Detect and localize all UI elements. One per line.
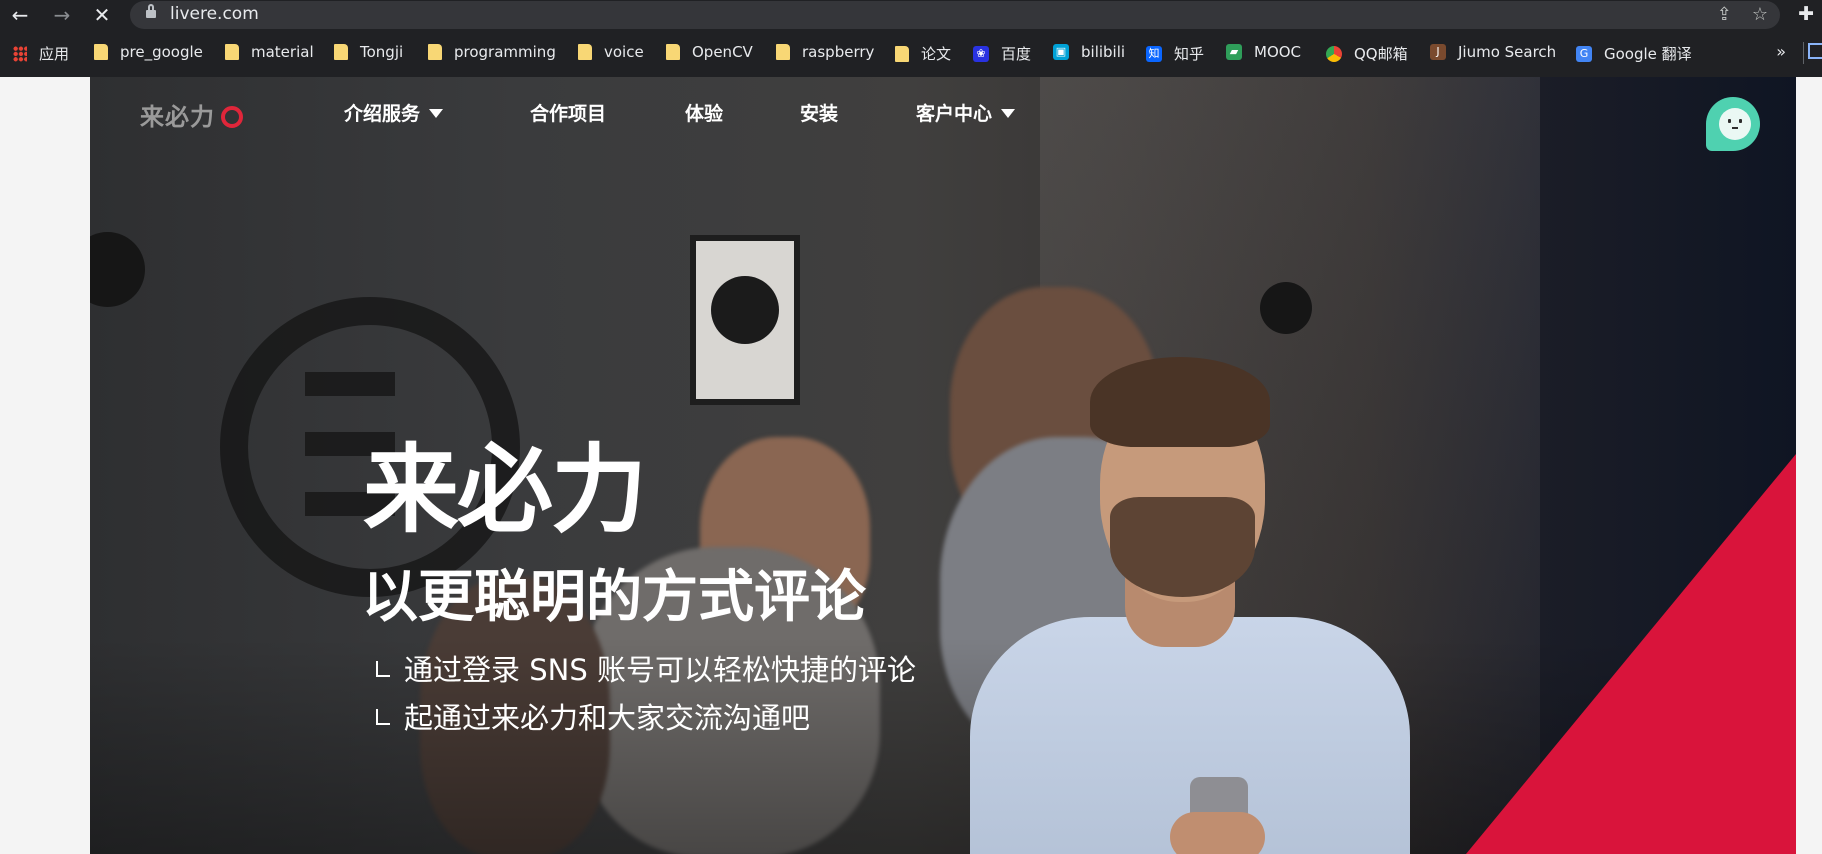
chat-icon[interactable] (1706, 97, 1760, 151)
nav-customer-center[interactable]: 客户中心 (916, 99, 1016, 126)
jiumo-icon: J (1430, 44, 1446, 60)
bilibili-icon: ▣ (1053, 44, 1069, 60)
bookmark-star-icon[interactable]: ☆ (1752, 4, 1768, 25)
hero-man-hair (1090, 357, 1270, 447)
folder-icon (895, 45, 909, 62)
folder-icon (334, 44, 348, 60)
baidu-icon: ❀ (973, 45, 989, 62)
hero-title: 来必力 (363, 434, 647, 546)
wall-dot (1260, 282, 1312, 334)
hero-man-beard (1110, 497, 1255, 597)
folder-icon (94, 44, 108, 60)
background-logo-bar (305, 372, 395, 396)
url-text[interactable]: livere.com (170, 4, 259, 24)
folder-icon (776, 44, 790, 60)
address-bar-actions: ⇪ ☆ (1697, 4, 1768, 25)
corner-bullet-icon (376, 661, 390, 677)
hero-subtitle: 以更聪明的方式评论 (362, 565, 866, 630)
bookmark-baidu[interactable]: ❀ 百度 (973, 43, 1031, 64)
hero-man-hand (1170, 812, 1265, 854)
stop-loading-icon[interactable]: ✕ (90, 3, 114, 27)
folder-icon (666, 44, 680, 60)
hero-feature-line: 通过登录 SNS 账号可以轻松快捷的评论 (376, 647, 916, 689)
hero-section: 来必力 介绍服务 合作项目 体验 安装 客户中心 来必力 以更聪明的方式评论 通… (90, 77, 1796, 854)
bookmark-voice[interactable]: voice (578, 43, 644, 61)
bookmark-qqmail[interactable]: QQ邮箱 (1326, 43, 1408, 64)
nav-services[interactable]: 介绍服务 (344, 99, 444, 126)
folder-icon (428, 44, 442, 60)
folder-icon (578, 44, 592, 60)
apps-grid-icon (13, 45, 27, 62)
bookmark-material[interactable]: material (225, 43, 314, 61)
folder-icon (225, 44, 239, 60)
more-bookmarks-button[interactable]: » (1776, 42, 1786, 61)
reading-list-icon[interactable] (1808, 43, 1822, 59)
caret-down-icon (1001, 109, 1016, 118)
nav-install[interactable]: 安装 (800, 99, 838, 126)
caret-down-icon (429, 109, 444, 118)
wall-poster (690, 235, 800, 405)
google-translate-icon: G (1576, 45, 1592, 62)
logo-ring-icon (221, 106, 243, 128)
bookmark-google-translate[interactable]: G Google 翻译 (1576, 43, 1692, 64)
bookmark-bilibili[interactable]: ▣ bilibili (1053, 43, 1125, 61)
address-bar[interactable]: livere.com ⇪ ☆ (130, 1, 1780, 29)
nav-partners[interactable]: 合作项目 (530, 99, 606, 126)
share-icon[interactable]: ⇪ (1717, 4, 1732, 25)
extensions-puzzle-icon[interactable]: ✚ (1798, 3, 1814, 25)
bookmark-papers[interactable]: 论文 (895, 43, 951, 64)
bookmark-tongji[interactable]: Tongji (334, 43, 403, 61)
mooc-icon: ▰ (1226, 44, 1242, 60)
red-accent-shape (1466, 454, 1796, 854)
bookmark-opencv[interactable]: OpenCV (666, 43, 753, 61)
bookmarks-divider (1803, 42, 1804, 64)
bookmark-zhihu[interactable]: 知知乎 (1146, 43, 1204, 64)
corner-bullet-icon (376, 709, 390, 725)
chrome-icon (1326, 45, 1342, 62)
bookmark-jiumo[interactable]: J Jiumo Search (1430, 43, 1556, 61)
wall-dot (90, 232, 145, 307)
hero-feature-line: 起通过来必力和大家交流沟通吧 (376, 695, 810, 737)
bookmark-pre-google[interactable]: pre_google (94, 43, 203, 61)
bookmark-programming[interactable]: programming (428, 43, 556, 61)
bookmarks-bar: 应用 pre_google material Tongji programmin… (0, 30, 1822, 77)
bookmark-apps[interactable]: 应用 (13, 43, 69, 64)
back-arrow-icon[interactable]: ← (8, 3, 32, 27)
bookmark-mooc[interactable]: ▰ MOOC (1226, 43, 1301, 61)
bookmark-raspberry[interactable]: raspberry (776, 43, 874, 61)
browser-toolbar: ← → ✕ livere.com ⇪ ☆ ✚ (0, 0, 1822, 30)
nav-experience[interactable]: 体验 (685, 99, 723, 126)
forward-arrow-icon[interactable]: → (50, 3, 74, 27)
lock-icon[interactable] (146, 4, 156, 20)
site-logo[interactable]: 来必力 (140, 97, 243, 132)
zhihu-icon: 知 (1146, 45, 1162, 62)
